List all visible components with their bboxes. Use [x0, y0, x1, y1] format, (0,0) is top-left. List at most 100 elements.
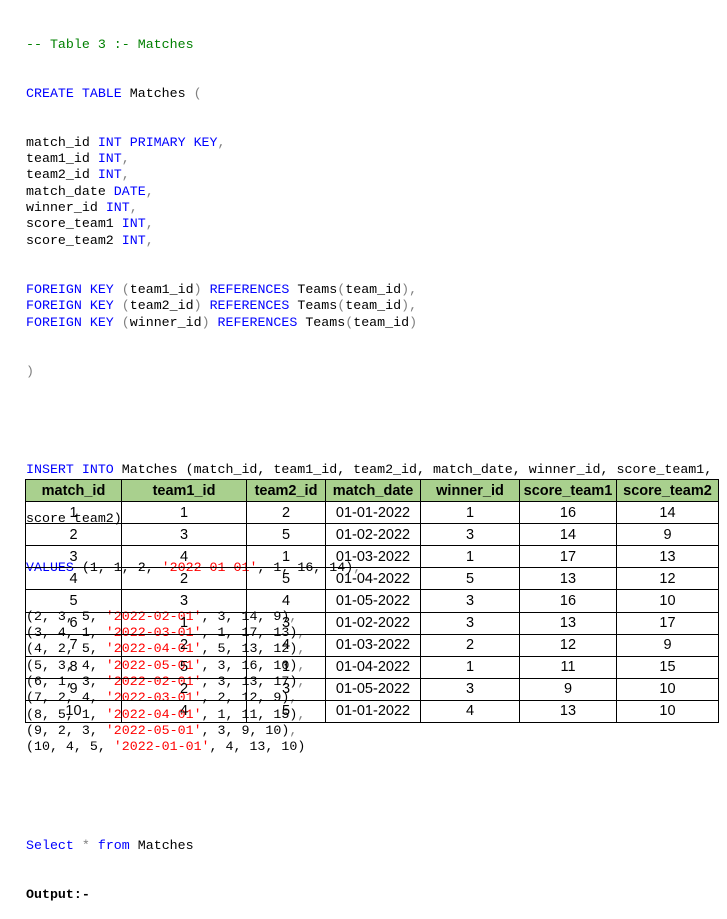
values-row: (10, 4, 5, '2022-01-01', 4, 13, 10) — [26, 739, 721, 755]
comma: , — [217, 134, 226, 150]
column-name: team2_id — [26, 167, 90, 183]
table-cell: 17 — [616, 611, 719, 635]
table-cell: 9 — [519, 677, 617, 701]
table-cell: 5 — [246, 699, 326, 724]
table-cell: 3 — [420, 523, 520, 547]
table-cell: 01-03-2022 — [325, 545, 421, 569]
table-cell: 9 — [616, 633, 719, 657]
foreign-key-keyword: FOREIGN KEY — [26, 281, 114, 297]
row-values: (9, 2, 3, — [26, 723, 106, 739]
column-header-match-date: match_date — [325, 478, 421, 503]
table-cell: 14 — [616, 501, 719, 525]
table-cell: 3 — [25, 545, 122, 569]
create-close-line: ) — [26, 364, 721, 380]
table-cell: 13 — [519, 567, 617, 591]
table-cell: 3 — [121, 523, 247, 547]
table-cell: 15 — [616, 655, 719, 679]
output-label: Output:- — [26, 886, 90, 902]
table-cell: 3 — [420, 589, 520, 613]
table-cell: 13 — [519, 699, 617, 724]
column-name: match_date — [26, 183, 106, 199]
table-cell: 14 — [519, 523, 617, 547]
row-values-tail: , 3, 9, 10) — [201, 723, 290, 739]
comma: , — [289, 723, 298, 739]
table-cell: 2 — [420, 633, 520, 657]
values-row: (9, 2, 3, '2022-05-01', 3, 9, 10), — [26, 723, 721, 739]
table-cell: 5 — [246, 567, 326, 591]
table-cell: 9 — [616, 523, 719, 547]
close-paren: ) — [26, 363, 34, 379]
table-cell: 11 — [519, 655, 617, 679]
table-cell: 1 — [420, 545, 520, 569]
table-cell: 5 — [246, 523, 326, 547]
create-table-line: CREATE TABLE Matches ( — [26, 86, 721, 102]
table-body: 1 1 2 01-01-2022 1 16 14 2 3 5 01-02-2022 3 14 9 3 4 1 01… — [25, 501, 719, 724]
table-row: 10 4 5 01-01-2022 4 13 10 — [25, 699, 719, 724]
table-cell: 3 — [246, 677, 326, 701]
comma: , — [121, 167, 130, 183]
table-cell: 4 — [420, 699, 520, 724]
foreign-key-line: FOREIGN KEY (team1_id) REFERENCES Teams(… — [26, 282, 721, 298]
table-cell: 13 — [519, 611, 617, 635]
paren: ( — [121, 298, 130, 314]
table-cell: 4 — [121, 545, 247, 569]
table-row: 6 1 3 01-02-2022 3 13 17 — [25, 611, 719, 635]
column-name: match_id — [26, 134, 90, 150]
table-cell: 01-05-2022 — [325, 589, 421, 613]
table-cell: 01-02-2022 — [325, 611, 421, 635]
insert-columns: Matches (match_id, team1_id, team2_id, m… — [113, 461, 713, 477]
table-row: 7 2 4 01-03-2022 2 12 9 — [25, 633, 719, 657]
paren: ( — [121, 281, 130, 297]
paren: ( — [121, 314, 130, 330]
table-cell: 3 — [420, 611, 520, 635]
row-values: (10, 4, 5, — [26, 739, 114, 755]
comma: , — [145, 216, 154, 232]
table-cell: 1 — [246, 655, 326, 679]
foreign-key-line: FOREIGN KEY (team2_id) REFERENCES Teams(… — [26, 298, 721, 314]
comma: , — [121, 151, 130, 167]
table-cell: 10 — [616, 699, 719, 724]
table-cell: 10 — [616, 589, 719, 613]
fk-target-table: Teams — [305, 314, 346, 330]
table-cell: 1 — [121, 501, 247, 525]
table-cell: 01-04-2022 — [325, 567, 421, 591]
column-type: INT PRIMARY KEY — [97, 134, 218, 150]
table-cell: 4 — [246, 633, 326, 657]
table-row: 2 3 5 01-02-2022 3 14 9 — [25, 523, 719, 547]
comma: , — [409, 281, 418, 297]
table-cell: 10 — [25, 699, 122, 724]
date-literal: '2022-05-01' — [105, 723, 202, 739]
foreign-key-definitions: FOREIGN KEY (team1_id) REFERENCES Teams(… — [26, 282, 721, 331]
comma: , — [409, 298, 418, 314]
column-name: winner_id — [26, 200, 98, 216]
table-row: 8 5 1 01-04-2022 1 11 15 — [25, 655, 719, 679]
table-cell: 16 — [519, 501, 617, 525]
column-header-match-id: match_id — [25, 478, 122, 503]
foreign-key-line: FOREIGN KEY (winner_id) REFERENCES Teams… — [26, 315, 721, 331]
paren: ) — [201, 314, 210, 330]
open-paren: ( — [193, 85, 202, 101]
table-cell: 3 — [121, 589, 247, 613]
table-row: 9 2 3 01-05-2022 3 9 10 — [25, 677, 719, 701]
table-cell: 9 — [25, 677, 122, 701]
table-cell: 01-05-2022 — [325, 677, 421, 701]
column-definitions: match_id INT PRIMARY KEY, team1_id INT, te… — [26, 135, 721, 249]
code-comment-line: -- Table 3 :- Matches — [26, 37, 721, 53]
column-type: INT — [97, 167, 122, 183]
table-cell: 12 — [616, 567, 719, 591]
table-cell: 4 — [121, 699, 247, 724]
table-cell: 7 — [25, 633, 122, 657]
table-cell: 01-01-2022 — [325, 699, 421, 724]
table-row: 4 2 5 01-04-2022 5 13 12 — [25, 567, 719, 591]
table-cell: 4 — [25, 567, 122, 591]
comma: , — [145, 232, 154, 248]
column-name: team1_id — [26, 151, 90, 167]
table-cell: 3 — [246, 611, 326, 635]
table-cell: 2 — [121, 633, 247, 657]
table-cell: 10 — [616, 677, 719, 701]
column-definition-line: match_date DATE, — [26, 184, 721, 200]
column-header-winner-id: winner_id — [420, 478, 520, 503]
star-operator: * — [81, 837, 90, 853]
insert-line: INSERT INTO Matches (match_id, team1_id,… — [26, 462, 721, 478]
